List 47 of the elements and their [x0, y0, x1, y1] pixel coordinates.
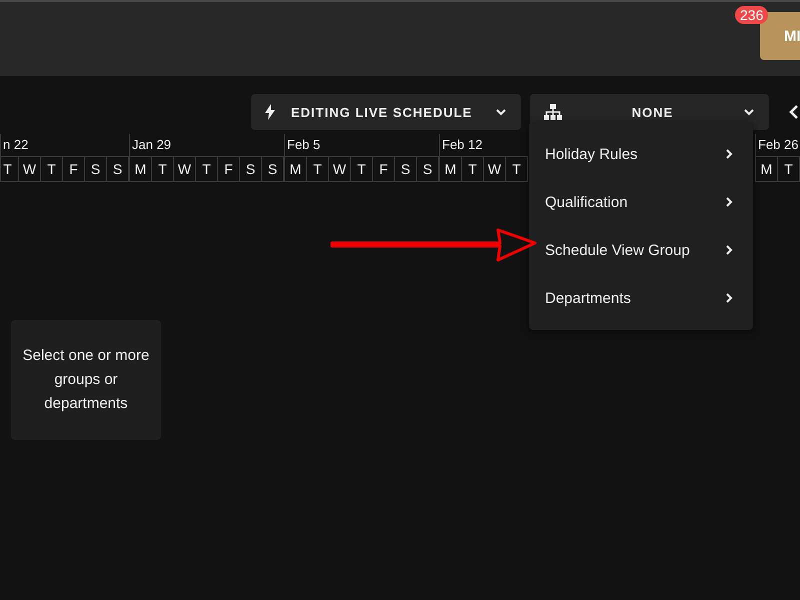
day-cell: S [417, 157, 439, 181]
day-cell: T [41, 157, 63, 181]
chevron-left-icon[interactable] [788, 105, 800, 119]
day-cell: M [756, 157, 778, 181]
day-cell: T [307, 157, 329, 181]
day-cell: F [373, 157, 395, 181]
menu-item[interactable]: Holiday Rules [529, 130, 753, 178]
empty-state-message: Select one or more groups or departments [22, 346, 150, 414]
day-cell: W [19, 157, 41, 181]
day-cell: S [395, 157, 417, 181]
menu-item[interactable]: Schedule View Group [529, 226, 753, 274]
chevron-right-icon [725, 196, 733, 208]
day-cell: T [506, 157, 528, 181]
day-cell: T [0, 157, 19, 181]
day-cell: F [218, 157, 240, 181]
day-cell: T [778, 157, 800, 181]
chevron-right-icon [725, 148, 733, 160]
day-cell: S [240, 157, 262, 181]
day-cell: S [107, 157, 129, 181]
menu-item[interactable]: Qualification [529, 178, 753, 226]
chevron-right-icon [725, 292, 733, 304]
chevron-down-icon [743, 108, 755, 116]
week-label: Jan 29 [132, 137, 172, 152]
week-label: Feb 26 [758, 137, 798, 152]
week-label: Feb 5 [287, 137, 320, 152]
lightning-icon [265, 104, 275, 120]
week-label: n 22 [3, 137, 28, 152]
hierarchy-icon [544, 104, 562, 120]
day-cell: T [196, 157, 218, 181]
day-cell: T [462, 157, 484, 181]
day-cell: W [329, 157, 351, 181]
day-cell: T [351, 157, 373, 181]
day-cell: S [85, 157, 107, 181]
day-cell: T [152, 157, 174, 181]
day-cell: S [262, 157, 284, 181]
week-label: Feb 12 [442, 137, 482, 152]
day-cell: W [484, 157, 506, 181]
chevron-right-icon [725, 244, 733, 256]
day-cell: M [130, 157, 152, 181]
schedule-mode-button[interactable]: EDITING LIVE SCHEDULE [251, 94, 521, 130]
notification-badge: 236 [735, 6, 768, 24]
menu-item[interactable]: Departments [529, 274, 753, 322]
day-cell: W [174, 157, 196, 181]
day-cell: M [440, 157, 462, 181]
day-cell: F [63, 157, 85, 181]
chevron-down-icon [495, 108, 507, 116]
day-cell: M [285, 157, 307, 181]
